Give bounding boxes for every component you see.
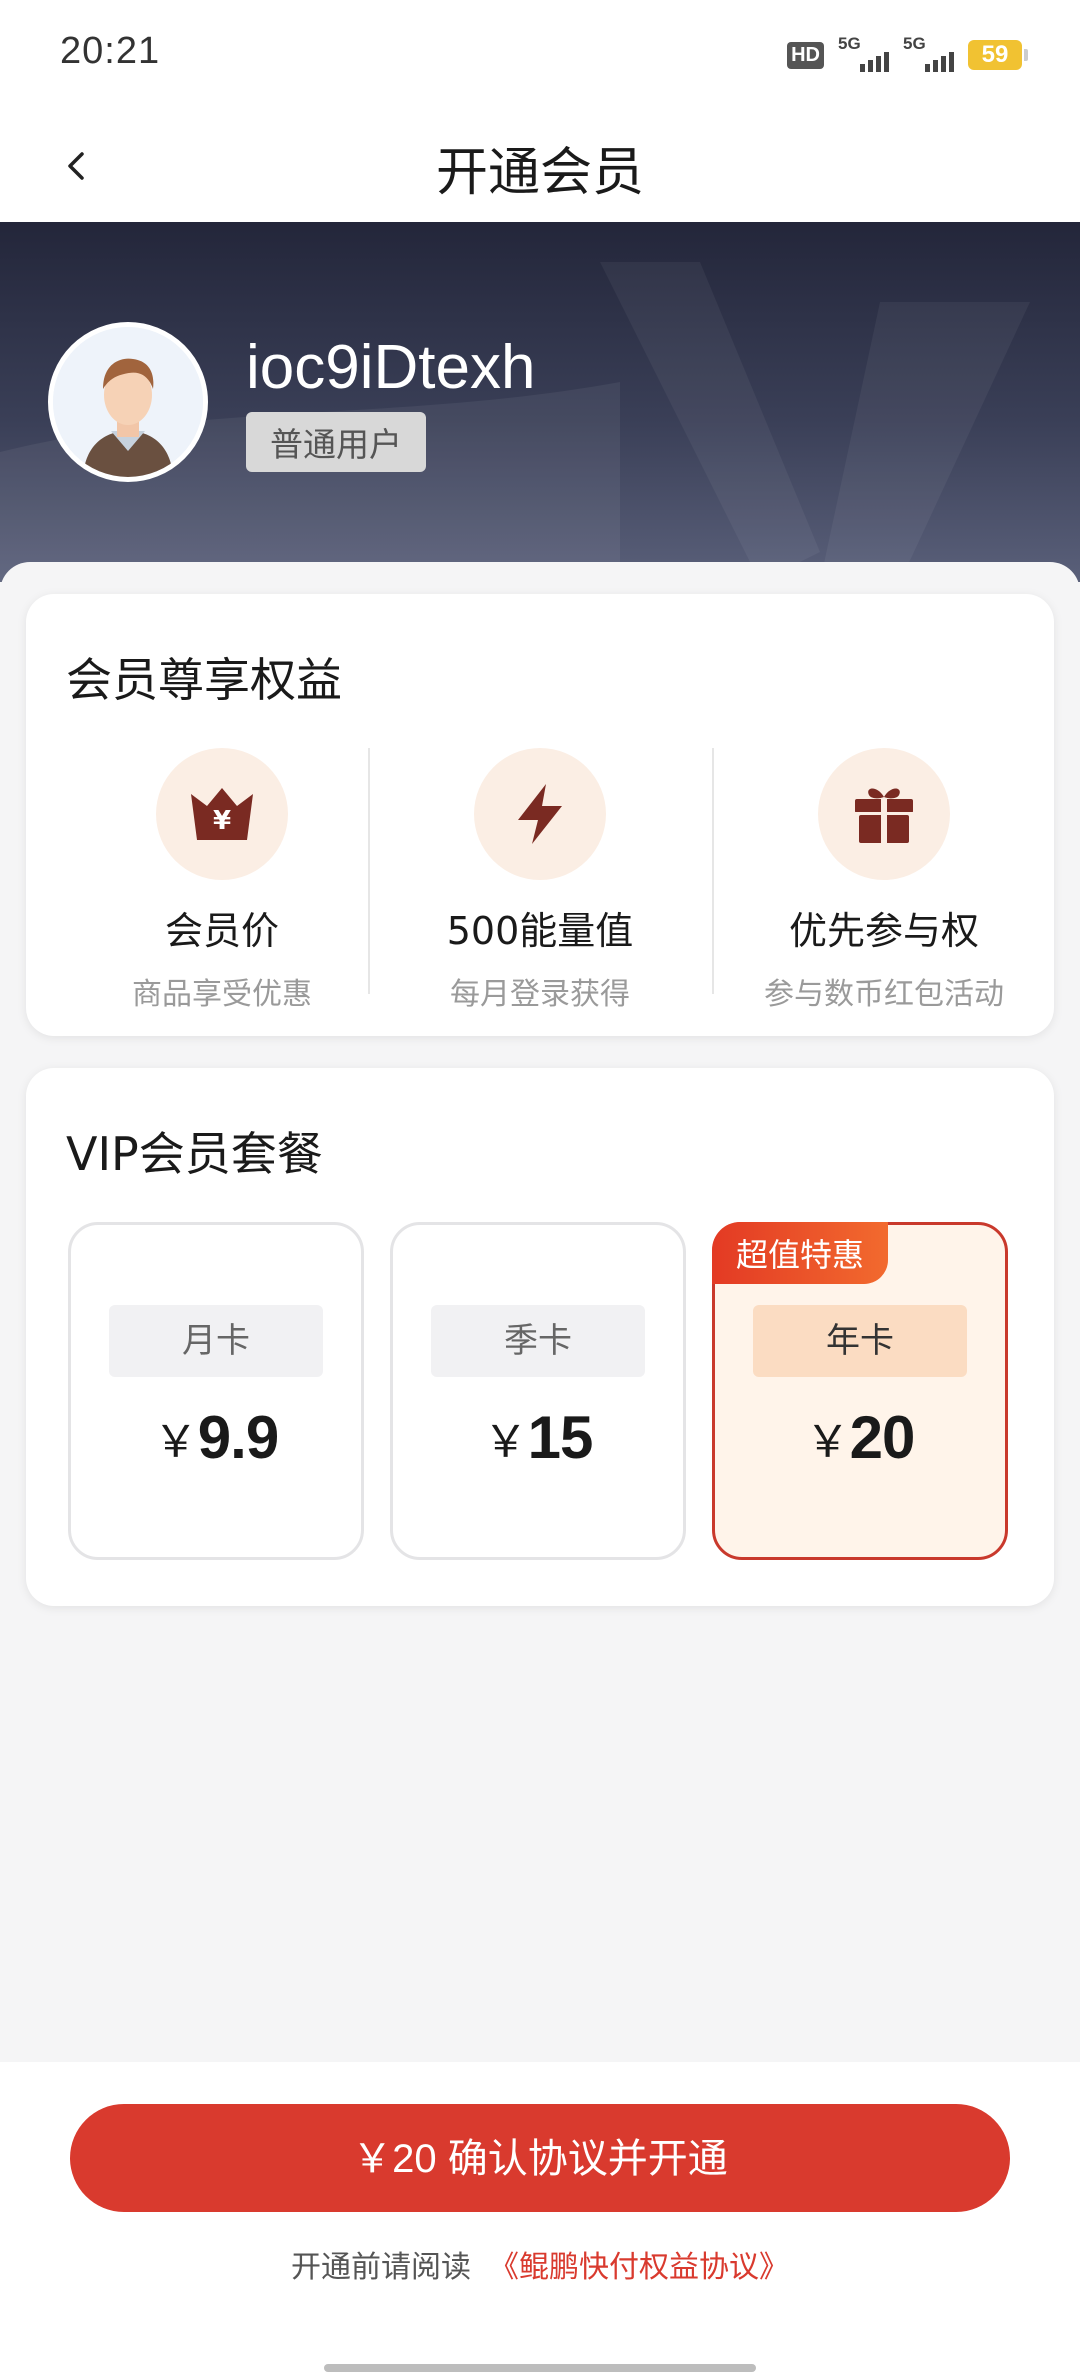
agreement-prefix: 开通前请阅读	[291, 2250, 471, 2285]
battery-icon: 59	[968, 40, 1028, 70]
plan-monthly[interactable]: 月卡 ￥9.9	[68, 1222, 364, 1560]
plans-title: VIP会员套餐	[66, 1127, 323, 1181]
benefit-name: 500能量值	[446, 909, 634, 953]
benefit-item-member-price: ¥ 会员价 商品享受优惠	[50, 748, 394, 1012]
plan-yearly[interactable]: 超值特惠 年卡 ￥20	[712, 1222, 1008, 1560]
benefit-desc: 商品享受优惠	[132, 977, 312, 1012]
benefit-item-energy: 500能量值 每月登录获得	[368, 748, 712, 1012]
plan-price: ￥15	[483, 1404, 594, 1471]
plan-quarterly[interactable]: 季卡 ￥15	[390, 1222, 686, 1560]
lightning-icon	[474, 748, 606, 880]
status-icons: HD 5G 5G 59	[787, 34, 1028, 72]
title-bar: 开通会员	[0, 110, 1080, 222]
signal-icon: 5G	[903, 34, 954, 72]
plan-name: 年卡	[753, 1305, 967, 1377]
agreement-notice: 开通前请阅读 《鲲鹏快付权益协议》	[0, 2242, 1080, 2286]
vip-plans-card: VIP会员套餐 月卡 ￥9.9 季卡 ￥15 超值特惠 年卡 ￥20	[26, 1068, 1054, 1606]
benefits-card: 会员尊享权益 ¥ 会员价 商品享受优惠 500能量值 每月登录获得 优先参与权 …	[26, 594, 1054, 1036]
benefit-item-priority: 优先参与权 参与数币红包活动	[712, 748, 1056, 1012]
bottom-bar: ￥20 确认协议并开通 开通前请阅读 《鲲鹏快付权益协议》	[0, 2062, 1080, 2376]
benefits-title: 会员尊享权益	[66, 653, 342, 707]
benefit-desc: 参与数币红包活动	[764, 977, 1004, 1012]
confirm-open-button[interactable]: ￥20 确认协议并开通	[70, 2104, 1010, 2212]
user-level-badge: 普通用户	[246, 412, 426, 472]
status-bar: 20:21 HD 5G 5G 59	[0, 0, 1080, 110]
svg-text:¥: ¥	[213, 806, 231, 836]
avatar-image	[53, 327, 203, 477]
benefit-name: 会员价	[164, 909, 279, 953]
username: ioc9iDtexh	[246, 333, 536, 402]
user-banner: ioc9iDtexh 普通用户	[0, 222, 1080, 582]
status-time: 20:21	[60, 30, 161, 72]
signal-icon: 5G	[838, 34, 889, 72]
home-indicator[interactable]	[324, 2364, 756, 2372]
hd-icon: HD	[787, 41, 824, 69]
crown-yen-icon: ¥	[156, 748, 288, 880]
benefit-name: 优先参与权	[788, 909, 979, 953]
promo-tag: 超值特惠	[712, 1222, 889, 1284]
plan-price: ￥20	[805, 1404, 916, 1471]
avatar[interactable]	[48, 322, 208, 482]
plan-name: 季卡	[431, 1305, 645, 1377]
plan-price: ￥9.9	[153, 1404, 279, 1471]
gift-icon	[818, 748, 950, 880]
plan-name: 月卡	[109, 1305, 323, 1377]
page-title: 开通会员	[435, 143, 644, 203]
agreement-link[interactable]: 《鲲鹏快付权益协议》	[489, 2250, 789, 2285]
benefit-desc: 每月登录获得	[450, 977, 630, 1012]
